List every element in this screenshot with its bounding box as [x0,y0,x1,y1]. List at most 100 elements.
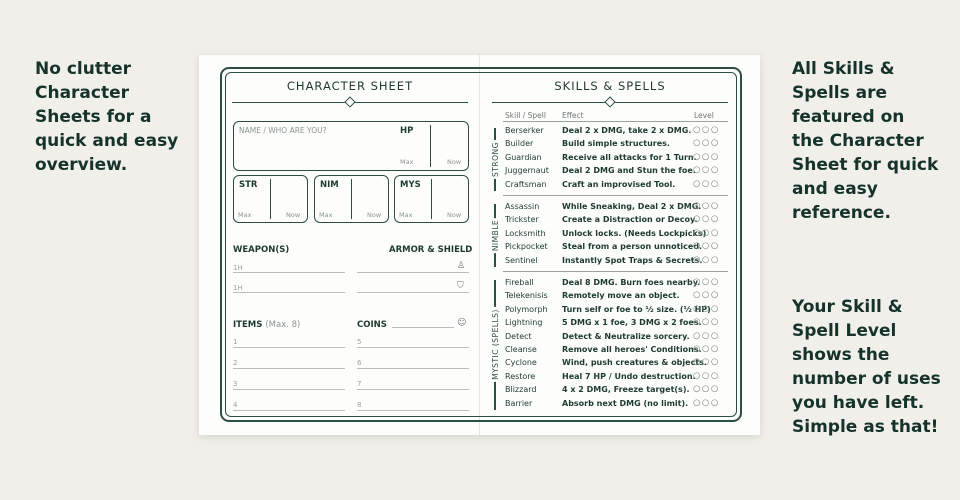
skill-name: Sentinel [505,255,538,265]
coins-field[interactable] [392,327,454,328]
skill-effect: Detect & Neutralize sorcery. [562,331,690,341]
coins-label: COINS [357,320,387,330]
item-slot-8[interactable] [357,410,469,411]
armor-icon: ♙ [457,261,466,271]
skill-effect: Remove all heroes' Conditions. [562,345,702,354]
weapon-slot-1[interactable] [233,272,345,273]
group-label: STRONG [490,139,500,179]
skill-effect: 4 x 2 DMG, Freeze target(s). [562,385,690,395]
skill-effect: Heal 7 HP / Undo destruction. [562,371,696,381]
shield-slot[interactable] [357,292,469,293]
item-slot-4[interactable] [233,410,345,411]
skill-effect: Remotely move an object. [562,291,680,301]
level-checkboxes[interactable]: ○○○ [693,331,720,341]
level-checkboxes[interactable]: ○○○ [693,398,720,408]
hp-divider [430,125,431,167]
level-checkboxes[interactable]: ○○○ [693,214,720,224]
skill-name: Cleanse [505,345,537,354]
level-checkboxes[interactable]: ○○○ [693,344,720,354]
item-slot-3[interactable] [233,389,345,390]
level-checkboxes[interactable]: ○○○ [693,228,720,238]
weapon-slot-1-label: 1H [233,264,243,272]
group-label: NIMBLE [490,217,500,253]
level-checkboxes[interactable]: ○○○ [693,241,720,251]
item-number: 3 [233,380,238,388]
nim-divider [351,179,352,219]
nim-label: NIM [320,180,339,190]
skill-name: Blizzard [505,385,537,395]
level-checkboxes[interactable]: ○○○ [693,201,720,211]
skills-spells-title: SKILLS & SPELLS [554,79,666,93]
hp-label: HP [400,126,414,136]
skill-name: Polymorph [505,304,548,314]
armor-slot[interactable] [357,272,469,273]
skill-effect: While Sneaking, Deal 2 x DMG. [562,202,702,211]
str-max-label: Max [238,211,252,219]
skill-effect: Deal 8 DMG. Burn foes nearby. [562,278,701,287]
left-caption: No clutter Character Sheets for a quick … [35,59,179,175]
weapons-label: WEAPON(S) [233,245,290,255]
items-note: (Max. 8) [265,320,301,330]
level-checkboxes[interactable]: ○○○ [693,152,720,162]
skill-effect: Unlock locks. (Needs Lockpicks) [562,228,707,238]
item-slot-2[interactable] [233,368,345,369]
item-slot-5[interactable] [357,347,469,348]
item-number: 4 [233,401,238,409]
col-skill-header: Skill / Spell [505,111,546,120]
coin-icon: ☺ [457,318,467,328]
skill-name: Fireball [505,278,534,287]
level-checkboxes[interactable]: ○○○ [693,255,720,265]
level-checkboxes[interactable]: ○○○ [693,138,720,148]
level-checkboxes[interactable]: ○○○ [693,317,720,327]
mys-label: MYS [400,180,421,190]
right-caption-bottom: Your Skill & Spell Level shows the numbe… [792,297,941,437]
skill-name: Assassin [505,202,540,211]
skill-name: Lightning [505,318,543,328]
skill-effect: Instantly Spot Traps & Secrets. [562,255,703,265]
item-number: 6 [357,359,362,367]
mys-now-label: Now [447,211,462,219]
skill-effect: Steal from a person unnoticed. [562,242,703,252]
skill-name: Guardian [505,152,542,162]
skill-name: Builder [505,139,534,149]
level-checkboxes[interactable]: ○○○ [693,371,720,381]
skill-name: Trickster [505,215,539,225]
right-caption-top: All Skills & Spells are featured on the … [792,59,939,223]
level-checkboxes[interactable]: ○○○ [693,125,720,135]
skill-effect: Deal 2 x DMG, take 2 x DMG. [562,126,692,135]
skill-name: Berserker [505,126,544,135]
mys-divider [431,179,432,219]
item-number: 8 [357,401,362,409]
level-checkboxes[interactable]: ○○○ [693,357,720,367]
col-effect-header: Effect [562,111,584,120]
hp-max-label: Max [400,158,414,166]
item-slot-6[interactable] [357,368,469,369]
item-number: 5 [357,338,362,346]
level-checkboxes[interactable]: ○○○ [693,384,720,394]
skill-name: Cyclone [505,358,537,368]
item-slot-1[interactable] [233,347,345,348]
nim-max-label: Max [319,211,333,219]
skill-name: Juggernaut [505,166,549,176]
level-checkboxes[interactable]: ○○○ [693,179,720,189]
skill-name: Locksmith [505,228,546,238]
skill-effect: Receive all attacks for 1 Turn. [562,152,697,162]
skill-name: Detect [505,331,532,341]
str-now-label: Now [286,211,301,219]
character-sheet-title: CHARACTER SHEET [286,79,414,93]
hp-now-label: Now [447,158,462,166]
weapon-slot-2[interactable] [233,292,345,293]
group-separator [503,195,728,196]
level-checkboxes[interactable]: ○○○ [693,277,720,287]
level-checkboxes[interactable]: ○○○ [693,304,720,314]
name-placeholder: NAME / WHO ARE YOU? [239,126,327,135]
col-level-header: Level [694,111,714,120]
level-checkboxes[interactable]: ○○○ [693,165,720,175]
item-slot-7[interactable] [357,389,469,390]
item-number: 1 [233,338,238,346]
character-sheet-paper: CHARACTER SHEET NAME / WHO ARE YOU? HP M… [199,55,760,435]
level-checkboxes[interactable]: ○○○ [693,290,720,300]
header-rule [503,121,728,122]
skill-name: Restore [505,371,536,381]
weapon-slot-2-label: 1H [233,284,243,292]
